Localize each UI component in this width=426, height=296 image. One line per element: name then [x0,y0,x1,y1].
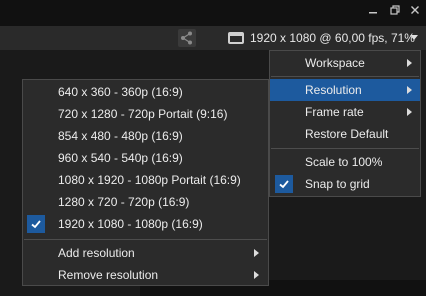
menu-item-remove-resolution[interactable]: Remove resolution [23,264,268,286]
resolution-status[interactable]: 1920 x 1080 @ 60,00 fps, 71% [250,31,415,45]
resolution-option[interactable]: 960 x 540 - 540p (16:9) [23,147,268,169]
close-icon[interactable] [406,3,424,21]
minimize-icon[interactable] [364,3,382,21]
chevron-right-icon [407,108,412,116]
chevron-right-icon [407,86,412,94]
monitor-icon[interactable] [228,32,244,44]
menu-item-scale-to-100[interactable]: Scale to 100% [270,151,420,173]
title-bar [0,0,426,26]
chevron-right-icon [254,249,259,257]
preview-toolbar: 1920 x 1080 @ 60,00 fps, 71% [0,26,426,50]
resolution-option[interactable]: 720 x 1280 - 720p Portait (9:16) [23,103,268,125]
menu-item-workspace[interactable]: Workspace [270,52,420,74]
menu-item-frame-rate[interactable]: Frame rate [270,101,420,123]
divider [271,76,419,77]
chevron-down-icon[interactable] [410,35,418,40]
menu-item-restore-default[interactable]: Restore Default [270,123,420,145]
resolution-menu: 640 x 360 - 360p (16:9) 720 x 1280 - 720… [22,79,269,286]
resolution-option[interactable]: 1280 x 720 - 720p (16:9) [23,191,268,213]
menu-item-snap-to-grid[interactable]: Snap to grid [270,173,420,195]
app-window: 1920 x 1080 @ 60,00 fps, 71% Workspace R… [0,0,426,296]
resolution-option[interactable]: 854 x 480 - 480p (16:9) [23,125,268,147]
resolution-option[interactable]: 640 x 360 - 360p (16:9) [23,81,268,103]
menu-item-resolution[interactable]: Resolution [270,79,420,101]
divider [271,148,419,149]
share-icon[interactable] [178,29,196,47]
resolution-option-selected[interactable]: 1920 x 1080 - 1080p (16:9) [23,213,268,235]
chevron-right-icon [254,271,259,279]
chevron-right-icon [407,59,412,67]
menu-item-add-resolution[interactable]: Add resolution [23,242,268,264]
checkmark-icon [27,215,45,233]
divider [24,239,267,240]
view-menu: Workspace Resolution Frame rate Restore … [269,50,421,197]
restore-icon[interactable] [386,3,404,21]
checkmark-icon [275,175,293,193]
resolution-option[interactable]: 1080 x 1920 - 1080p Portait (16:9) [23,169,268,191]
